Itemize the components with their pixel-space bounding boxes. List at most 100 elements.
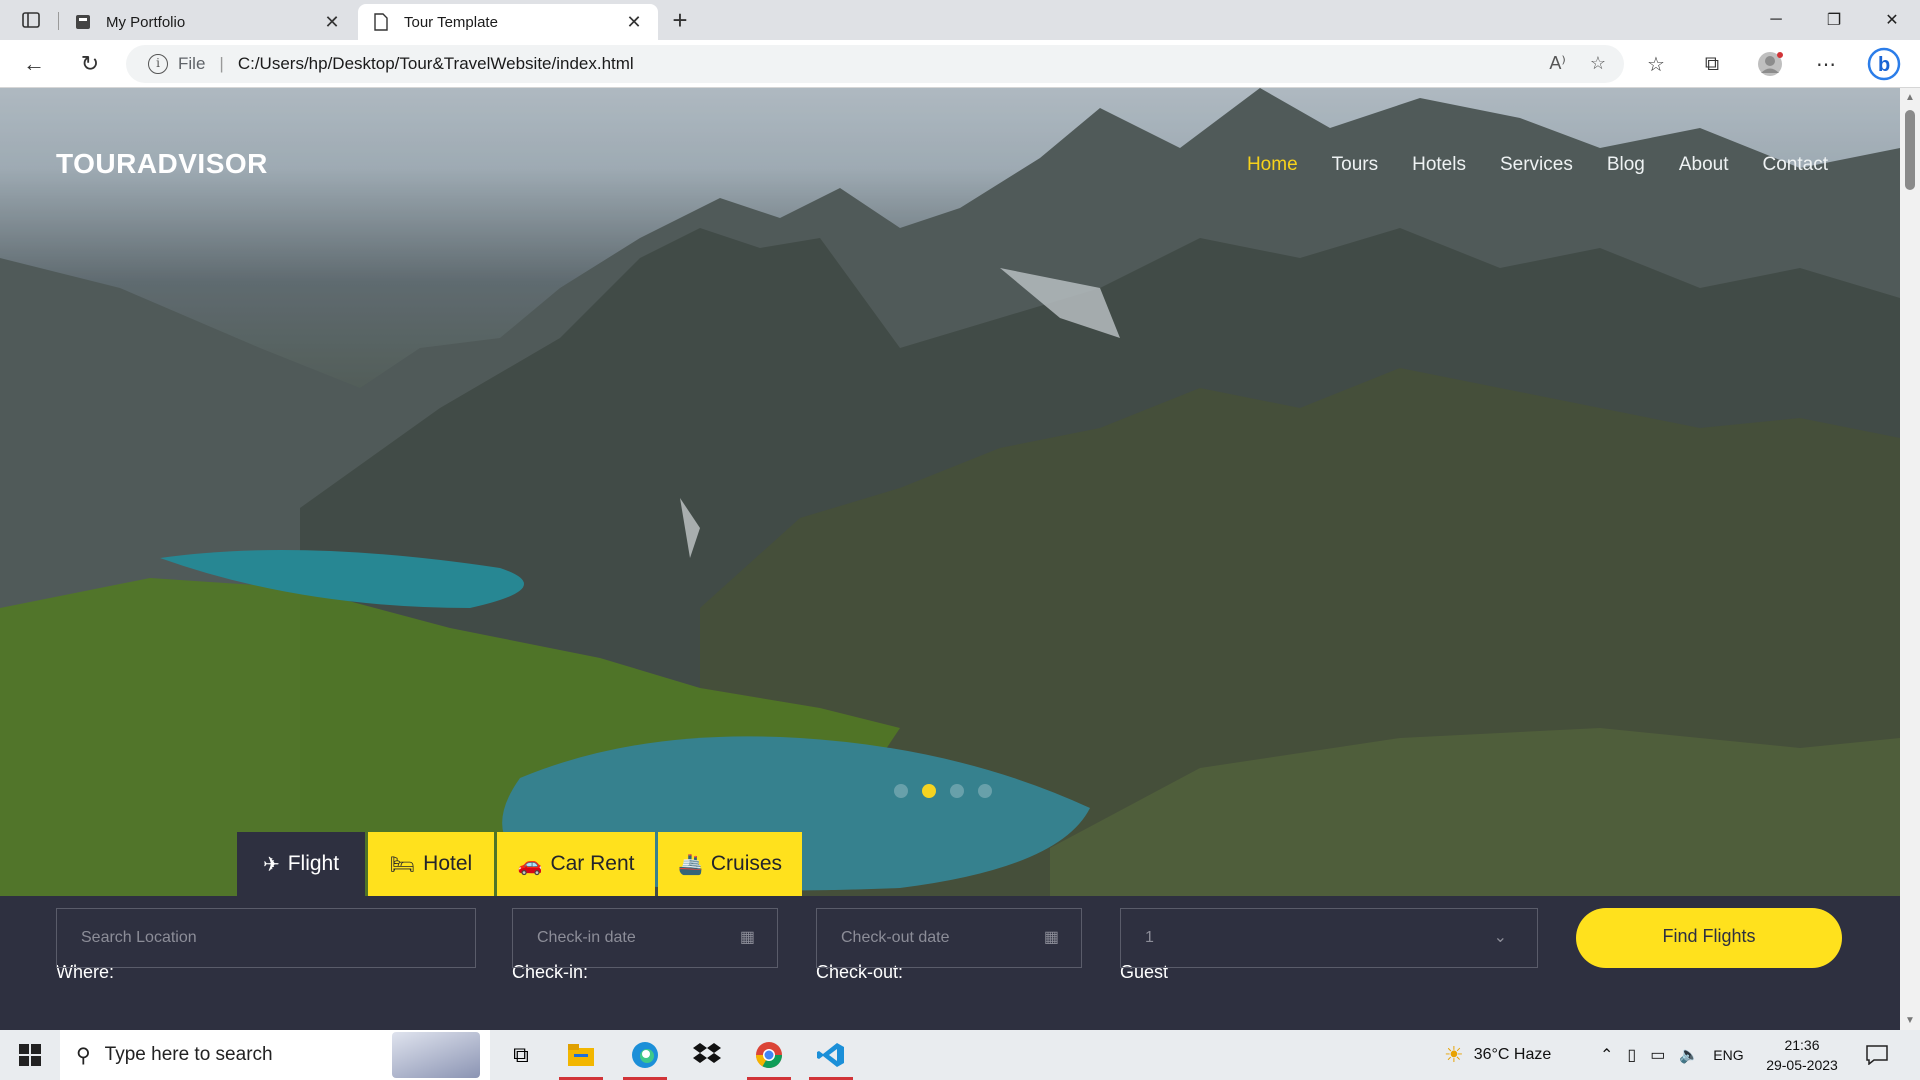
portfolio-favicon-icon — [74, 13, 92, 31]
device-icon[interactable]: ▯ — [1627, 1045, 1636, 1065]
collections-icon[interactable]: ⧉ — [1694, 48, 1730, 80]
hero-overlay — [0, 88, 1900, 896]
scroll-thumb[interactable] — [1905, 110, 1915, 190]
clock-date: 29-05-2023 — [1766, 1057, 1838, 1073]
tab-title: Tour Template — [404, 13, 498, 31]
weather-widget[interactable]: ☀ 36°C Haze — [1444, 1030, 1551, 1080]
site-logo[interactable]: TOURADVISOR — [56, 148, 268, 180]
tab-actions-icon[interactable] — [14, 8, 48, 32]
restore-icon[interactable]: ❐ — [1806, 0, 1862, 40]
tab-flight[interactable]: ✈ Flight — [237, 832, 365, 896]
tab-car-rent-label: Car Rent — [550, 852, 635, 875]
guest-value: 1 — [1145, 929, 1154, 946]
url-divider: | — [219, 54, 224, 73]
task-view-icon[interactable]: ⧉ — [496, 1030, 546, 1080]
address-bar: ← ↻ i File | C:/Users/hp/Desktop/Tour&Tr… — [0, 40, 1920, 88]
page-viewport: TOURADVISOR Home Tours Hotels Services B… — [0, 88, 1900, 1030]
checkout-input[interactable]: Check-out date ▦ — [816, 908, 1082, 968]
plane-icon: ✈ — [262, 853, 280, 876]
slider-dot[interactable] — [894, 784, 908, 798]
windows-taskbar: ⚲ Type here to search ⧉ ☀ 36°C Haze ⌃ ▯ … — [0, 1030, 1920, 1080]
tab-hotel-label: Hotel — [423, 852, 473, 875]
language-indicator[interactable]: ENG — [1713, 1047, 1743, 1063]
scroll-up-icon[interactable]: ▲ — [1905, 92, 1915, 103]
dropbox-icon[interactable] — [682, 1030, 732, 1080]
bing-chat-icon[interactable]: b — [1866, 47, 1902, 81]
favorites-icon[interactable]: ☆ — [1638, 48, 1674, 80]
tab-separator — [58, 12, 59, 30]
tab-tour-template[interactable]: Tour Template ✕ — [358, 4, 658, 40]
file-explorer-icon[interactable] — [556, 1030, 606, 1080]
slider-dot[interactable] — [978, 784, 992, 798]
guest-select[interactable]: 1 ⌄ — [1120, 908, 1538, 968]
tab-car-rent[interactable]: 🚗 Car Rent — [497, 832, 655, 896]
chevron-up-icon[interactable]: ⌃ — [1600, 1045, 1613, 1065]
windows-start-icon[interactable] — [0, 1030, 60, 1080]
find-flights-button[interactable]: Find Flights — [1576, 908, 1842, 968]
close-tab-icon[interactable]: ✕ — [624, 12, 644, 33]
svg-text:b: b — [1878, 54, 1890, 76]
system-tray: ⌃ ▯ ▭ 🔈 ENG — [1600, 1030, 1744, 1080]
tab-cruises-label: Cruises — [710, 852, 783, 875]
notifications-icon[interactable] — [1866, 1030, 1888, 1080]
battery-icon[interactable]: ▭ — [1650, 1045, 1665, 1065]
profile-avatar-icon[interactable] — [1752, 48, 1788, 80]
tab-flight-label: Flight — [287, 852, 340, 875]
car-icon: 🚗 — [517, 853, 543, 876]
main-nav: Home Tours Hotels Services Blog About Co… — [1247, 154, 1828, 176]
info-icon[interactable]: i — [148, 54, 168, 74]
checkin-placeholder: Check-in date — [537, 929, 636, 946]
ship-icon: 🚢 — [677, 853, 703, 876]
close-tab-icon[interactable]: ✕ — [322, 12, 342, 33]
where-input[interactable]: Search Location — [56, 908, 476, 968]
more-options-icon[interactable]: ⋯ — [1808, 48, 1844, 80]
taskbar-search[interactable]: ⚲ Type here to search — [60, 1030, 490, 1080]
nav-blog[interactable]: Blog — [1607, 154, 1645, 176]
clock-time: 21:36 — [1784, 1037, 1820, 1053]
vscode-icon[interactable] — [806, 1030, 856, 1080]
checkout-placeholder: Check-out date — [841, 929, 950, 946]
haze-sun-icon: ☀ — [1444, 1042, 1464, 1067]
slider-dots — [894, 784, 992, 798]
url-scheme: File — [178, 54, 206, 73]
chevron-down-icon: ⌄ — [1493, 929, 1507, 946]
omnibox-actions: A⁾ ☆ — [1549, 53, 1606, 74]
page-icon — [372, 13, 390, 31]
booking-tabs: ✈ Flight 🛏 Hotel 🚗 Car Rent 🚢 Cruises — [237, 832, 802, 896]
scroll-down-icon[interactable]: ▼ — [1905, 1015, 1915, 1026]
add-favorite-icon[interactable]: ☆ — [1590, 53, 1606, 74]
nav-about[interactable]: About — [1679, 154, 1729, 176]
tab-cruises[interactable]: 🚢 Cruises — [658, 832, 802, 896]
volume-icon[interactable]: 🔈 — [1679, 1045, 1699, 1065]
calendar-icon: ▦ — [1043, 929, 1059, 946]
read-aloud-icon[interactable]: A⁾ — [1549, 53, 1565, 74]
url-text: C:/Users/hp/Desktop/Tour&TravelWebsite/i… — [237, 54, 634, 73]
weather-text: 36°C Haze — [1473, 1046, 1552, 1063]
tab-title: My Portfolio — [106, 13, 186, 31]
checkin-input[interactable]: Check-in date ▦ — [512, 908, 778, 968]
tab-hotel[interactable]: 🛏 Hotel — [368, 832, 494, 896]
back-arrow-icon[interactable]: ← — [16, 48, 52, 80]
search-highlight-image — [392, 1032, 480, 1078]
browser-tab-bar: My Portfolio ✕ Tour Template ✕ + ─ ❐ ✕ — [0, 0, 1920, 40]
close-window-icon[interactable]: ✕ — [1864, 0, 1920, 40]
nav-home[interactable]: Home — [1247, 154, 1298, 176]
hero-banner: TOURADVISOR Home Tours Hotels Services B… — [0, 88, 1900, 896]
nav-hotels[interactable]: Hotels — [1412, 154, 1466, 176]
slider-dot[interactable] — [950, 784, 964, 798]
hotel-icon: 🛏 — [389, 853, 416, 876]
minimize-icon[interactable]: ─ — [1748, 0, 1804, 40]
search-icon: ⚲ — [76, 1044, 91, 1067]
refresh-icon[interactable]: ↻ — [72, 48, 108, 80]
url-field[interactable]: i File | C:/Users/hp/Desktop/Tour&Travel… — [126, 45, 1624, 83]
chrome-icon[interactable] — [744, 1030, 794, 1080]
taskbar-clock[interactable]: 21:36 29-05-2023 — [1764, 1035, 1840, 1075]
page-scrollbar[interactable]: ▲ ▼ — [1900, 88, 1920, 1030]
tab-my-portfolio[interactable]: My Portfolio ✕ — [60, 4, 356, 40]
edge-browser-icon[interactable] — [620, 1030, 670, 1080]
nav-contact[interactable]: Contact — [1763, 154, 1828, 176]
nav-tours[interactable]: Tours — [1332, 154, 1378, 176]
nav-services[interactable]: Services — [1500, 154, 1573, 176]
slider-dot-active[interactable] — [922, 784, 936, 798]
new-tab-button[interactable]: + — [664, 6, 696, 34]
